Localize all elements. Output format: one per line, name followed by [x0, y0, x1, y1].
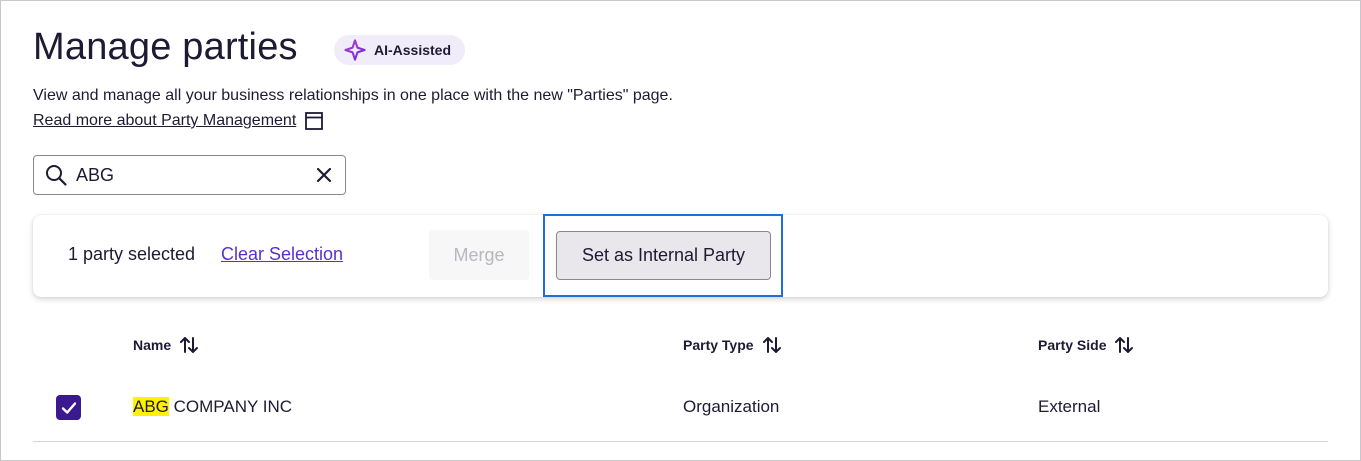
ai-assisted-badge: AI-Assisted: [334, 35, 466, 65]
selection-count: 1 party selected: [68, 244, 196, 264]
ai-badge-label: AI-Assisted: [374, 42, 452, 58]
search-match-highlight: ABG: [133, 397, 169, 416]
close-icon[interactable]: [313, 164, 335, 186]
search-box: [33, 155, 346, 195]
search-input[interactable]: [76, 164, 313, 186]
column-header-name[interactable]: Name: [133, 336, 199, 354]
column-header-party-side[interactable]: Party Side: [1038, 336, 1134, 354]
column-header-label: Party Type: [683, 337, 754, 353]
column-header-party-type[interactable]: Party Type: [683, 336, 782, 354]
column-header-label: Name: [133, 337, 172, 353]
checkmark-icon: [61, 401, 76, 414]
set-internal-party-button[interactable]: Set as Internal Party: [556, 231, 771, 280]
sort-icon[interactable]: [762, 336, 782, 354]
selection-toolbar: 1 party selected Clear Selection Merge S…: [33, 214, 1328, 297]
row-divider: [33, 441, 1328, 442]
read-more-container: Read more about Party Management: [33, 111, 324, 131]
row-checkbox[interactable]: [56, 395, 81, 420]
page-title: Manage parties: [33, 26, 298, 68]
party-name-cell[interactable]: ABG COMPANY INC: [133, 397, 292, 417]
party-type-cell: Organization: [683, 397, 780, 416]
sort-icon[interactable]: [179, 336, 199, 354]
party-side-cell: External: [1038, 397, 1101, 416]
read-more-link[interactable]: Read more about Party Management: [33, 112, 296, 130]
page-subtitle: View and manage all your business relati…: [33, 87, 673, 104]
open-panel-icon[interactable]: [304, 111, 324, 131]
merge-button[interactable]: Merge: [429, 230, 529, 280]
sort-icon[interactable]: [1114, 336, 1134, 354]
column-header-label: Party Side: [1038, 337, 1107, 353]
sparkle-icon: [344, 39, 366, 61]
party-name-rest: COMPANY INC: [168, 397, 293, 416]
clear-selection-link[interactable]: Clear Selection: [221, 244, 343, 265]
search-icon: [46, 165, 67, 186]
